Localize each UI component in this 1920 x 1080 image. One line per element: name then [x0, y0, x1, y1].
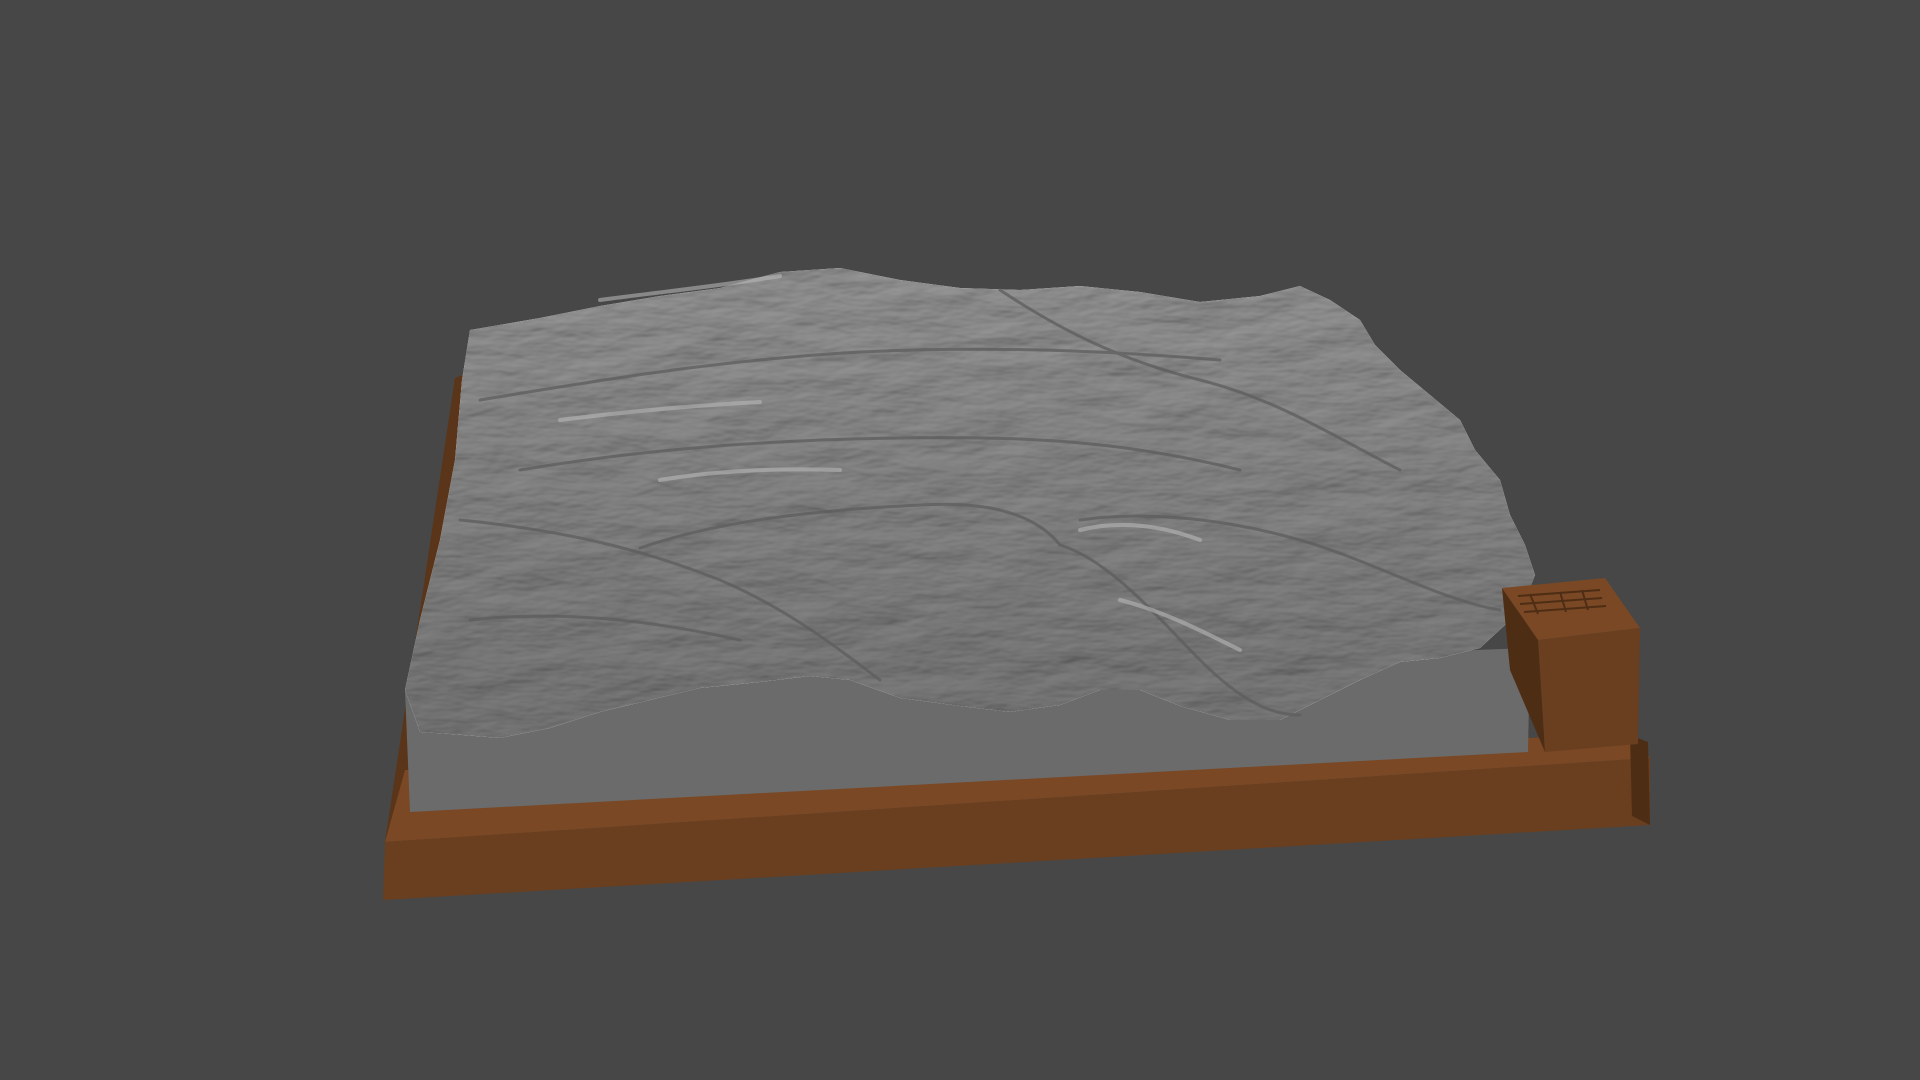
frame-right-end [1630, 735, 1650, 825]
3d-viewport[interactable] [0, 0, 1920, 1080]
terrain-model-scene [383, 268, 1650, 900]
terrain-surface [405, 268, 1535, 738]
label-block-front [1538, 628, 1640, 752]
